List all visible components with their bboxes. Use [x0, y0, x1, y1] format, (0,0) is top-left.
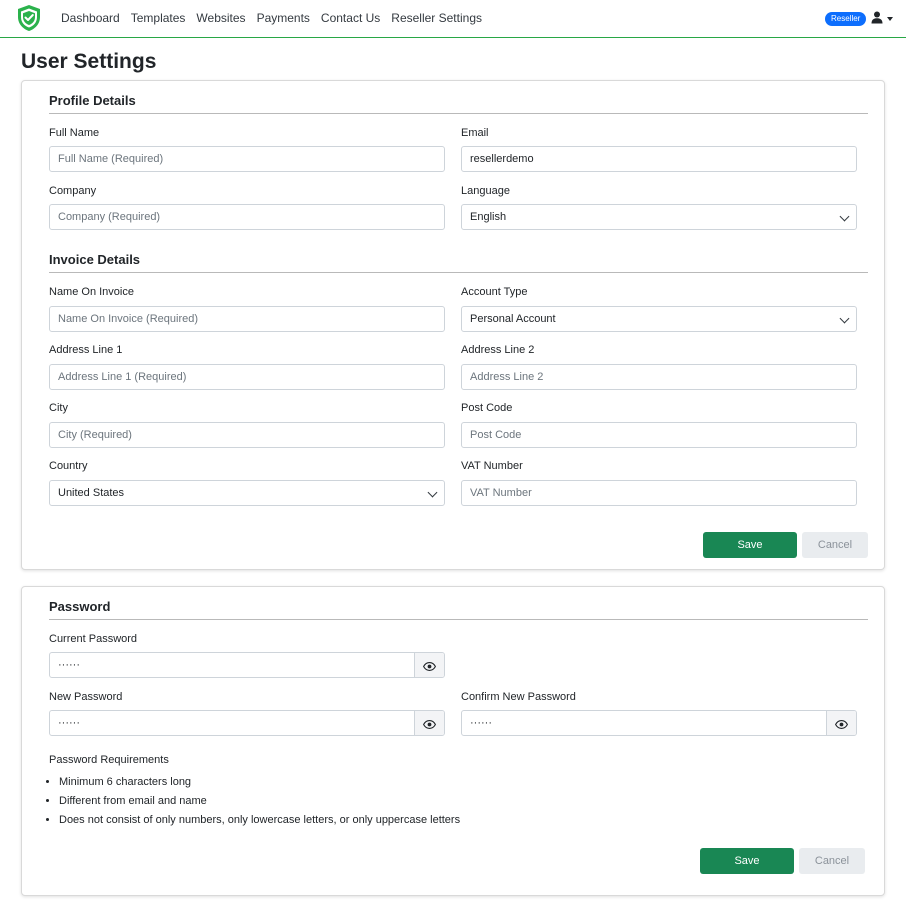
- post-code-label: Post Code: [461, 402, 513, 414]
- chevron-down-icon: [839, 211, 850, 222]
- post-code-input[interactable]: Post Code: [461, 422, 857, 448]
- eye-icon[interactable]: [414, 653, 444, 677]
- list-item: Does not consist of only numbers, only l…: [59, 811, 460, 830]
- chevron-down-icon: [839, 313, 850, 324]
- address-line-1-input[interactable]: Address Line 1 (Required): [49, 364, 445, 390]
- confirm-password-value: ······: [470, 717, 492, 729]
- invoice-divider: [49, 272, 868, 273]
- new-password-label: New Password: [49, 691, 123, 703]
- address-line-2-label: Address Line 2: [461, 344, 535, 356]
- address-line-2-input[interactable]: Address Line 2: [461, 364, 857, 390]
- email-label: Email: [461, 127, 489, 139]
- password-divider: [49, 619, 868, 620]
- profile-save-button[interactable]: Save: [703, 532, 797, 558]
- company-label: Company: [49, 185, 97, 197]
- account-type-value: Personal Account: [470, 313, 556, 325]
- confirm-password-input[interactable]: ······: [461, 710, 857, 736]
- password-section-title: Password: [49, 599, 111, 614]
- eye-icon[interactable]: [826, 711, 856, 735]
- chevron-down-icon: [427, 487, 438, 498]
- address-line-1-label: Address Line 1: [49, 344, 123, 356]
- password-cancel-button[interactable]: Cancel: [799, 848, 865, 874]
- nav-link-templates[interactable]: Templates: [131, 11, 186, 25]
- nav-link-contact-us[interactable]: Contact Us: [321, 11, 380, 25]
- profile-divider: [49, 113, 868, 114]
- city-input[interactable]: City (Required): [49, 422, 445, 448]
- vat-number-input[interactable]: VAT Number: [461, 480, 857, 506]
- account-type-select[interactable]: Personal Account: [461, 306, 857, 332]
- new-password-value: ······: [58, 717, 80, 729]
- nav-link-reseller-settings[interactable]: Reseller Settings: [391, 11, 482, 25]
- city-label: City: [49, 402, 68, 414]
- company-input[interactable]: Company (Required): [49, 204, 445, 230]
- list-item: Different from email and name: [59, 792, 460, 811]
- country-select[interactable]: United States: [49, 480, 445, 506]
- email-input[interactable]: resellerdemo: [461, 146, 857, 172]
- nav-link-websites[interactable]: Websites: [196, 11, 245, 25]
- password-card: Password Current Password ······ New Pas…: [21, 586, 885, 896]
- full-name-input[interactable]: Full Name (Required): [49, 146, 445, 172]
- password-requirements-title: Password Requirements: [49, 754, 169, 766]
- nav-links: Dashboard Templates Websites Payments Co…: [61, 11, 493, 25]
- profile-cancel-button[interactable]: Cancel: [802, 532, 868, 558]
- page-title: User Settings: [21, 50, 157, 73]
- current-password-value: ······: [58, 659, 80, 671]
- user-icon: [871, 11, 883, 27]
- country-label: Country: [49, 460, 88, 472]
- name-on-invoice-input[interactable]: Name On Invoice (Required): [49, 306, 445, 332]
- profile-section-title: Profile Details: [49, 93, 136, 108]
- chevron-down-icon: [887, 17, 893, 21]
- shield-logo-icon[interactable]: [16, 4, 42, 32]
- reseller-badge: Reseller: [825, 12, 867, 26]
- invoice-section-title: Invoice Details: [49, 252, 141, 267]
- eye-icon[interactable]: [414, 711, 444, 735]
- nav-link-payments[interactable]: Payments: [257, 11, 310, 25]
- new-password-input[interactable]: ······: [49, 710, 445, 736]
- language-label: Language: [461, 185, 510, 197]
- nav-link-dashboard[interactable]: Dashboard: [61, 11, 120, 25]
- profile-card: Profile Details Full Name Full Name (Req…: [21, 80, 885, 570]
- password-requirements-list: Minimum 6 characters long Different from…: [59, 773, 460, 830]
- vat-number-label: VAT Number: [461, 460, 523, 472]
- country-value: United States: [58, 487, 125, 499]
- language-value: English: [470, 211, 507, 223]
- current-password-input[interactable]: ······: [49, 652, 445, 678]
- user-menu-dropdown[interactable]: [871, 11, 893, 27]
- password-save-button[interactable]: Save: [700, 848, 794, 874]
- language-select[interactable]: English: [461, 204, 857, 230]
- list-item: Minimum 6 characters long: [59, 773, 460, 792]
- confirm-password-label: Confirm New Password: [461, 691, 576, 703]
- full-name-label: Full Name: [49, 127, 100, 139]
- name-on-invoice-label: Name On Invoice: [49, 286, 134, 298]
- top-navbar: Dashboard Templates Websites Payments Co…: [0, 0, 906, 38]
- current-password-label: Current Password: [49, 633, 138, 645]
- account-type-label: Account Type: [461, 286, 528, 298]
